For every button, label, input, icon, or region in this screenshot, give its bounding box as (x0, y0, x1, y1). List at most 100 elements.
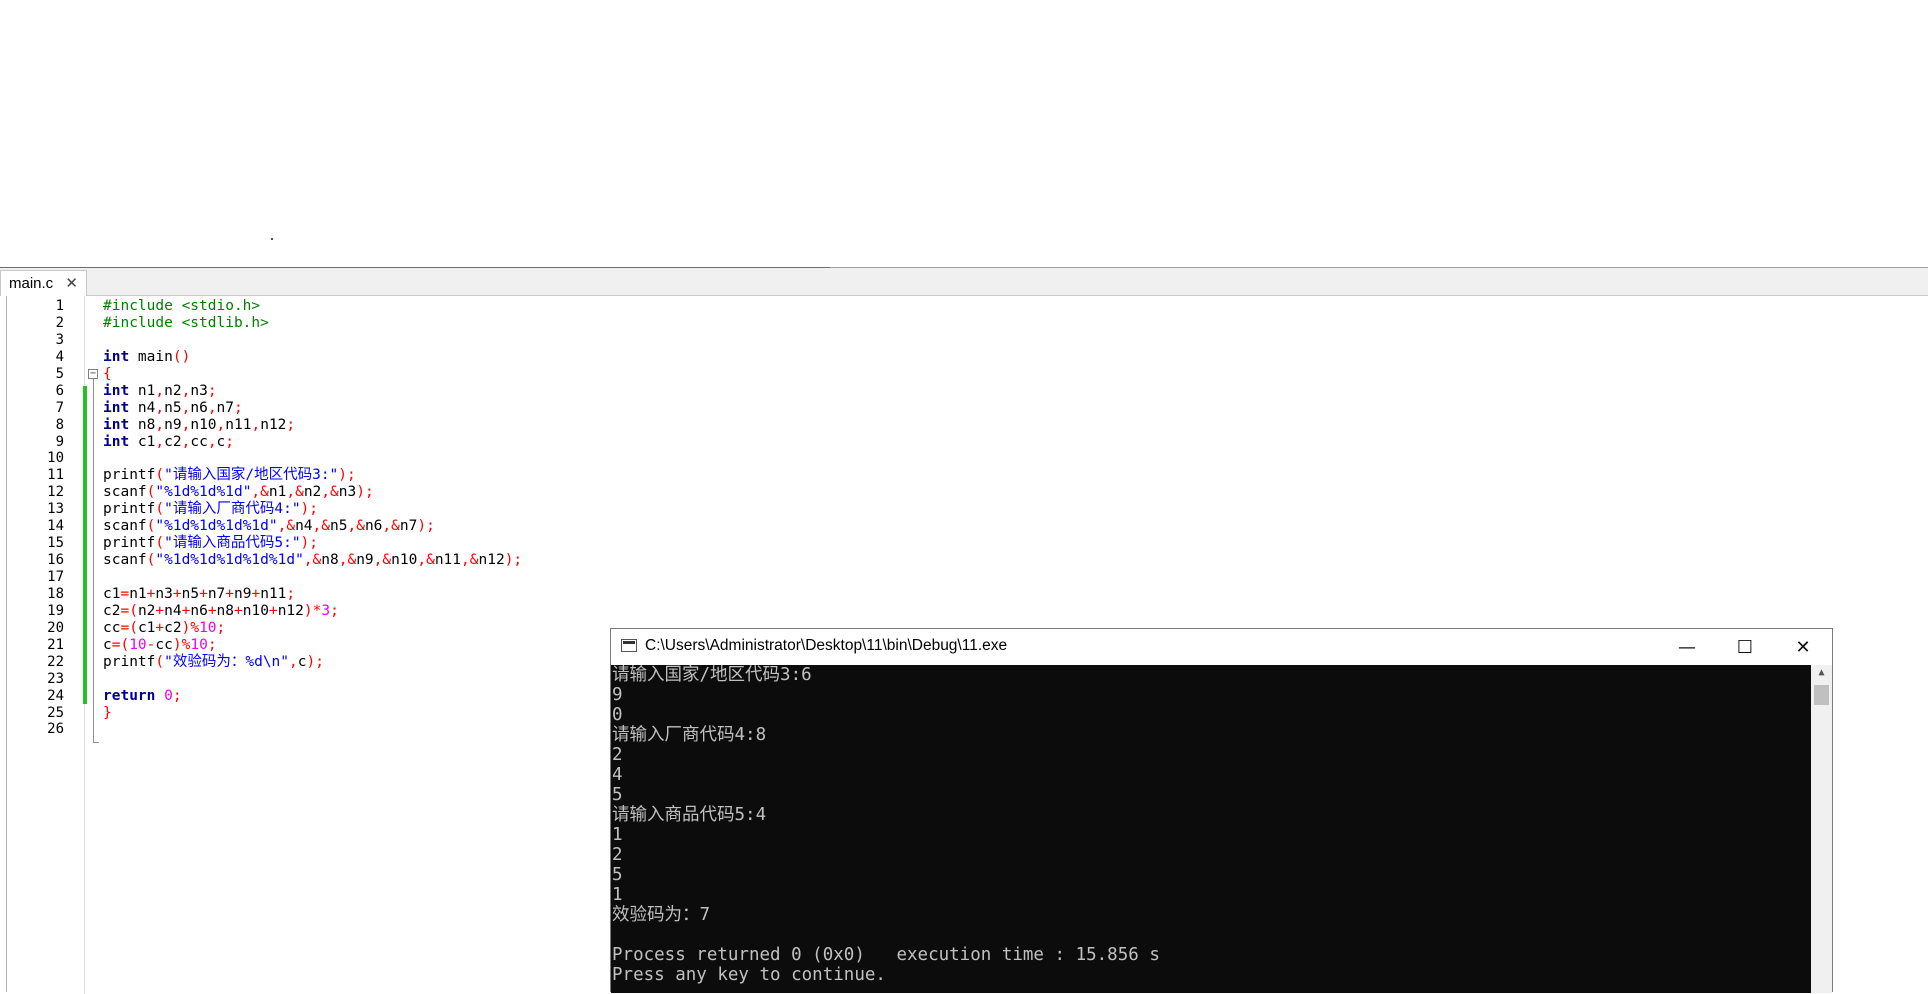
code-token: n1 (129, 382, 156, 399)
code-token: n6 (190, 602, 208, 619)
code-token: ,& (312, 518, 331, 535)
line-number: 4 (55, 348, 64, 365)
code-line: int c1,c2,cc,c; (103, 434, 1903, 451)
code-token: n4 (164, 602, 182, 619)
code-token: n6 (190, 399, 208, 416)
line-number: 3 (55, 331, 64, 348)
code-token: )% (181, 619, 200, 636)
code-token: ,& (461, 552, 479, 569)
code-token: + (234, 602, 243, 619)
line-number: 22 (47, 653, 64, 670)
code-token: n4 (295, 518, 313, 535)
console-line: Press any key to continue. (612, 965, 886, 985)
code-token: + (268, 602, 278, 619)
code-token: n9 (234, 585, 252, 602)
console-app-icon (621, 639, 637, 652)
code-line: int n1,n2,n3; (103, 383, 1903, 400)
code-line: printf("请输入厂商代码4:"); (103, 501, 1903, 518)
code-line: int n8,n9,n10,n11,n12; (103, 417, 1903, 434)
console-line: 2 (612, 745, 623, 765)
code-token: ); (300, 535, 319, 552)
line-number: 26 (47, 721, 64, 738)
code-token: =( (120, 619, 138, 636)
line-number-gutter: 1 2 3 4 5 6 7 8 9 10 11 12 13 14 15 16 17 18 19 20 21 22 23 24 2… (7, 296, 85, 994)
code-token: int (103, 348, 130, 365)
code-token: c1 (129, 433, 156, 450)
code-token: printf (103, 467, 156, 484)
code-token: c1 (137, 619, 156, 636)
code-token: n12 (478, 552, 505, 569)
console-output[interactable]: 请输入国家/地区代码3:6 9 0 请输入厂商代码4:8 2 4 5 请输入商品代码5:4 1 2… (611, 665, 1811, 993)
close-button[interactable]: ✕ (1774, 629, 1832, 665)
code-token: c (216, 433, 226, 450)
console-line: 2 (612, 845, 623, 865)
console-line: 请输入国家/地区代码3:6 (612, 665, 812, 685)
tab-close-icon[interactable]: ✕ (65, 274, 78, 292)
code-token: n9 (164, 416, 182, 433)
code-line: scanf("%1d%1d%1d",&n1,&n2,&n3); (103, 484, 1903, 501)
code-token: cc (190, 433, 208, 450)
stray-dot (271, 238, 273, 240)
code-token: ( (155, 653, 165, 670)
console-titlebar[interactable]: C:\Users\Administrator\Desktop\11\bin\De… (611, 629, 1832, 665)
code-token: int (103, 399, 130, 416)
code-line: printf("请输入国家/地区代码3:"); (103, 467, 1903, 484)
code-token: main (129, 348, 173, 365)
code-token: ); (504, 552, 523, 569)
console-line: 请输入商品代码5:4 (612, 805, 767, 825)
code-token: "效验码为：%d\n" (164, 653, 290, 670)
fold-toggle-icon[interactable]: − (88, 369, 98, 379)
code-token: + (155, 619, 165, 636)
code-token: 10 (190, 636, 208, 653)
code-token: , (207, 399, 217, 416)
console-line: Process returned 0 (0x0) execution time … (612, 945, 1160, 965)
code-token: int (103, 416, 130, 433)
line-number: 5 (55, 365, 64, 382)
code-token: () (172, 348, 191, 365)
code-token: = (120, 585, 130, 602)
changed-lines-marker (83, 386, 87, 704)
line-number: 16 (47, 552, 64, 569)
code-token: , (155, 399, 165, 416)
console-line: 4 (612, 765, 623, 785)
console-line: 9 (612, 685, 623, 705)
code-token: ; (172, 687, 182, 704)
console-line: 0 (612, 705, 623, 725)
code-token: scanf (103, 552, 147, 569)
code-token: , (216, 416, 226, 433)
code-token: , (155, 382, 165, 399)
code-token: n1 (129, 585, 147, 602)
code-line: int n4,n5,n6,n7; (103, 400, 1903, 417)
code-token: n6 (364, 518, 383, 535)
line-number: 15 (47, 535, 64, 552)
minimize-button[interactable]: — (1658, 629, 1716, 665)
line-number: 2 (55, 314, 64, 331)
code-token: n4 (129, 399, 156, 416)
line-number: 14 (47, 518, 64, 535)
code-line: c1=n1+n3+n5+n7+n9+n11; (103, 586, 1903, 603)
code-token: ,& (277, 518, 296, 535)
tab-main-c[interactable]: main.c ✕ (0, 270, 87, 296)
maximize-button[interactable]: ☐ (1716, 629, 1774, 665)
code-token: c2 (103, 602, 121, 619)
code-token: c2 (164, 433, 182, 450)
code-token: ,& (373, 552, 392, 569)
code-token: ); (338, 467, 356, 484)
code-token: + (251, 585, 261, 602)
console-scrollbar[interactable]: ▲ (1811, 665, 1832, 993)
scroll-thumb[interactable] (1814, 685, 1829, 705)
code-line: scanf("%1d%1d%1d%1d%1d",&n8,&n9,&n10,&n1… (103, 552, 1903, 569)
code-token: )* (303, 602, 322, 619)
scroll-up-icon[interactable]: ▲ (1811, 667, 1832, 683)
line-number: 25 (47, 704, 64, 721)
code-token: scanf (103, 484, 147, 501)
console-window[interactable]: C:\Users\Administrator\Desktop\11\bin\De… (610, 628, 1833, 993)
code-token: printf (103, 535, 156, 552)
code-token: ; (216, 619, 226, 636)
console-line: 5 (612, 785, 623, 805)
line-number: 12 (47, 484, 64, 501)
